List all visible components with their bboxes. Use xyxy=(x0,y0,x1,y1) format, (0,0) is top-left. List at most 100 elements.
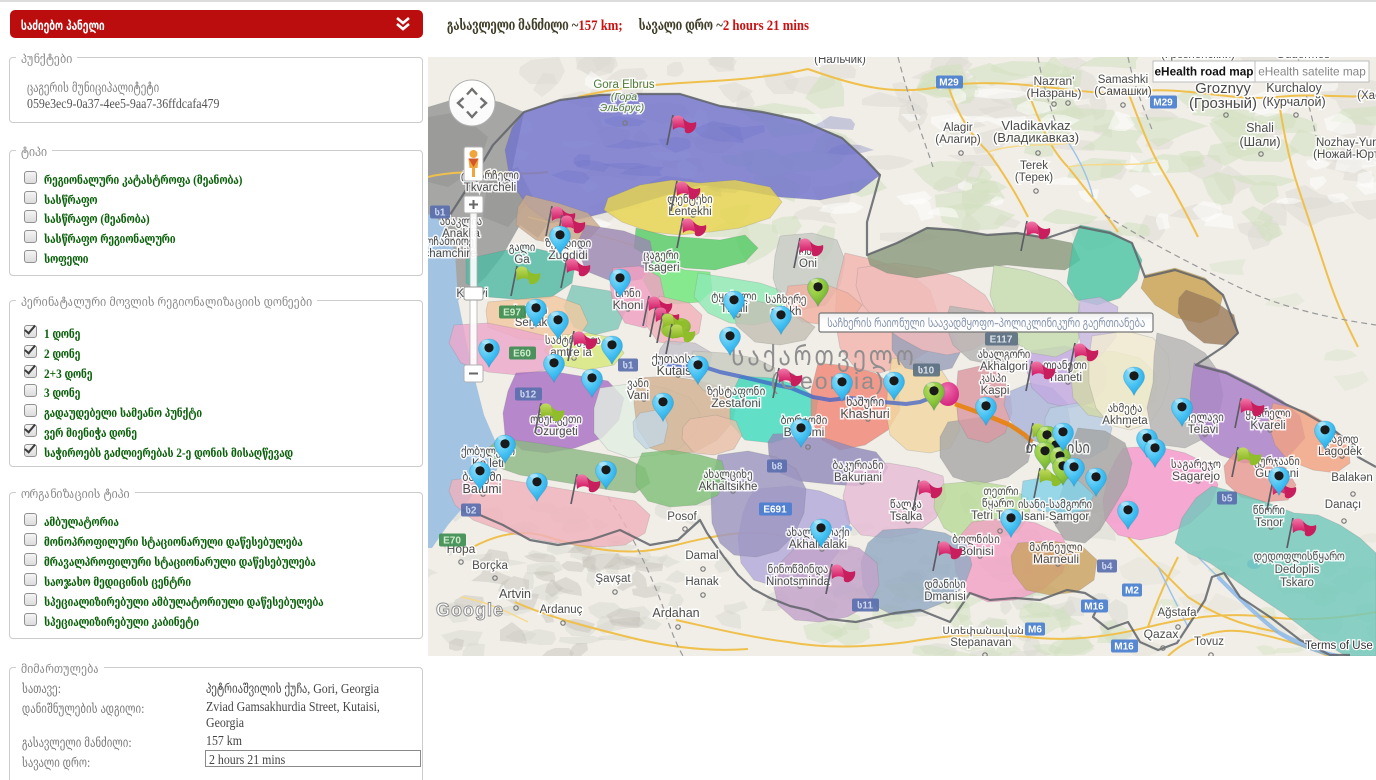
svg-text:Vani: Vani xyxy=(627,390,649,402)
svg-text:Posof: Posof xyxy=(667,511,697,523)
svg-text:M29: M29 xyxy=(1153,98,1173,109)
svg-text:ს12: ს12 xyxy=(520,390,537,401)
svg-text:Nozhay-Yur: Nozhay-Yur xyxy=(1316,137,1376,149)
svg-text:Danaçı: Danaçı xyxy=(1325,499,1361,511)
svg-text:Qazax: Qazax xyxy=(1144,627,1179,641)
svg-text:E70: E70 xyxy=(443,536,461,547)
svg-text:Sagarejo: Sagarejo xyxy=(1172,469,1220,483)
svg-text:Samashki: Samashki xyxy=(1098,74,1149,86)
svg-text:ახმეტა: ახმეტა xyxy=(1108,403,1143,415)
svg-text:ს10: ს10 xyxy=(918,366,935,377)
svg-text:E691: E691 xyxy=(763,505,787,516)
svg-text:Guuermes: Guuermes xyxy=(1276,57,1330,61)
svg-text:Dmanisi: Dmanisi xyxy=(924,591,966,603)
svg-text:Khoni: Khoni xyxy=(613,298,644,312)
svg-text:(Нальчик): (Нальчик) xyxy=(814,57,866,66)
svg-text:ს1: ს1 xyxy=(435,208,446,219)
svg-text:Tsalka: Tsalka xyxy=(890,511,923,523)
svg-text:Kvareli: Kvareli xyxy=(1250,420,1285,432)
svg-text:ს2: ს2 xyxy=(466,506,477,517)
svg-text:Terek: Terek xyxy=(1020,160,1048,172)
svg-text:ახალგორი: ახალგორი xyxy=(978,349,1031,361)
svg-text:Akhalgori: Akhalgori xyxy=(980,361,1028,373)
svg-text:M16: M16 xyxy=(1084,602,1104,613)
svg-text:საჩხერე: საჩხერე xyxy=(766,294,807,306)
svg-text:(Владикавказ): (Владикавказ) xyxy=(993,130,1079,145)
svg-text:Şavşat: Şavşat xyxy=(595,573,631,585)
svg-text:Borçka: Borçka xyxy=(472,560,508,572)
svg-text:(Грозный): (Грозный) xyxy=(1189,95,1257,112)
svg-text:ს8: ს8 xyxy=(772,462,783,473)
svg-text:E117: E117 xyxy=(990,335,1013,346)
svg-text:(Алагир): (Алагир) xyxy=(935,134,981,146)
svg-text:ისანი-სამგორი: ისანი-სამგორი xyxy=(1018,499,1092,511)
svg-text:Lentekhi: Lentekhi xyxy=(668,206,711,218)
svg-text:Balakən: Balakən xyxy=(1331,472,1373,484)
svg-text:Marneuli: Marneuli xyxy=(1033,552,1079,566)
svg-text:წნორი: წნორი xyxy=(1253,505,1285,517)
svg-text:Tkvarcheli: Tkvarcheli xyxy=(464,182,516,194)
svg-text:Ga: Ga xyxy=(514,254,530,266)
svg-text:M29: M29 xyxy=(939,78,959,89)
svg-text:(Курчалой): (Курчалой) xyxy=(1262,95,1325,109)
svg-text:E60: E60 xyxy=(513,349,531,360)
svg-text:Tsnor: Tsnor xyxy=(1255,517,1283,529)
svg-text:Kurchaloy: Kurchaloy xyxy=(1266,81,1322,95)
svg-text:Tsageri: Tsageri xyxy=(642,262,679,274)
svg-text:Akhaltsikhe: Akhaltsikhe xyxy=(699,481,758,493)
svg-text:Gora Elbrus: Gora Elbrus xyxy=(593,79,655,91)
svg-text:Isani-Samgor: Isani-Samgor xyxy=(1021,511,1090,523)
svg-text:chamchire: chamchire xyxy=(428,248,477,260)
svg-text:ს1: ს1 xyxy=(623,361,634,372)
svg-text:(Грозненский): (Грозненский) xyxy=(1161,57,1235,61)
svg-text:ნინოწმინდა: ნინოწმინდა xyxy=(768,564,828,576)
svg-text:Google: Google xyxy=(436,600,504,620)
svg-text:დედოფლისწყარო: დედოფლისწყარო xyxy=(1254,551,1345,563)
svg-text:Oni: Oni xyxy=(799,258,817,270)
svg-text:Dedoplis: Dedoplis xyxy=(1275,564,1320,576)
svg-text:ცაგერი: ცაგერი xyxy=(643,250,679,262)
svg-text:ს5: ს5 xyxy=(1222,494,1233,505)
svg-text:(Самашки): (Самашки) xyxy=(1094,86,1152,98)
svg-text:Эльбрус): Эльбрус) xyxy=(600,102,644,114)
svg-text:(Терек): (Терек) xyxy=(1015,172,1053,184)
svg-text:კასპი: კასპი xyxy=(979,373,1006,385)
svg-text:Zestafoni: Zestafoni xyxy=(711,396,760,410)
svg-text:Ninotsminda: Ninotsminda xyxy=(766,576,831,588)
svg-text:Telavi: Telavi xyxy=(1188,422,1219,436)
svg-text:E97: E97 xyxy=(503,308,521,319)
svg-text:Ardahan: Ardahan xyxy=(652,606,699,620)
svg-text:(Назрань): (Назрань) xyxy=(1027,86,1082,100)
svg-text:Damal: Damal xyxy=(685,550,718,562)
svg-text:დმანისი: დმანისი xyxy=(924,579,965,591)
svg-text:M16: M16 xyxy=(1114,642,1134,653)
svg-text:Tovuz: Tovuz xyxy=(1194,636,1224,648)
svg-text:M6: M6 xyxy=(1028,625,1042,636)
svg-text:Alagir: Alagir xyxy=(943,122,973,134)
svg-text:Shali: Shali xyxy=(1246,121,1274,135)
svg-text:Artvin: Artvin xyxy=(499,587,531,601)
svg-text:ახალციხე: ახალციხე xyxy=(703,469,752,481)
svg-text:Hanak: Hanak xyxy=(685,576,718,588)
svg-text:თეთრი: თეთრი xyxy=(983,486,1018,498)
svg-text:ს4: ს4 xyxy=(1102,562,1113,573)
svg-text:Bakuriani: Bakuriani xyxy=(834,472,882,484)
svg-text:Kaspi: Kaspi xyxy=(981,385,1010,397)
svg-text:Ստեփանավան: Ստեփանավան xyxy=(942,625,1023,637)
svg-text:Ağstafa: Ağstafa xyxy=(1158,607,1198,619)
svg-text:გალი: გალი xyxy=(509,242,535,254)
svg-text:Stepanavan: Stepanavan xyxy=(950,637,1011,649)
svg-text:საჩხერის რაიონული საავადმყოფო–: საჩხერის რაიონული საავადმყოფო–პოლიკლინიკ… xyxy=(827,314,1145,331)
svg-text:M2: M2 xyxy=(1125,586,1139,597)
svg-text:Ardanuç: Ardanuç xyxy=(540,604,583,616)
svg-text:Khashuri: Khashuri xyxy=(840,407,889,421)
svg-text:(Ножай-Юрт: (Ножай-Юрт xyxy=(1313,149,1376,161)
svg-text:ბაკურიანი: ბაკურიანი xyxy=(832,460,883,472)
svg-text:Kutais: Kutais xyxy=(657,364,692,378)
svg-text:ვანი: ვანი xyxy=(627,378,649,390)
svg-text:eHealth satelite map: eHealth satelite map xyxy=(1258,65,1366,79)
svg-text:Akhmeta: Akhmeta xyxy=(1102,415,1148,427)
svg-text:(Шали): (Шали) xyxy=(1239,135,1280,149)
svg-text:Ozurgeti: Ozurgeti xyxy=(534,426,577,438)
svg-text:(Хас: (Хас xyxy=(1357,90,1376,102)
